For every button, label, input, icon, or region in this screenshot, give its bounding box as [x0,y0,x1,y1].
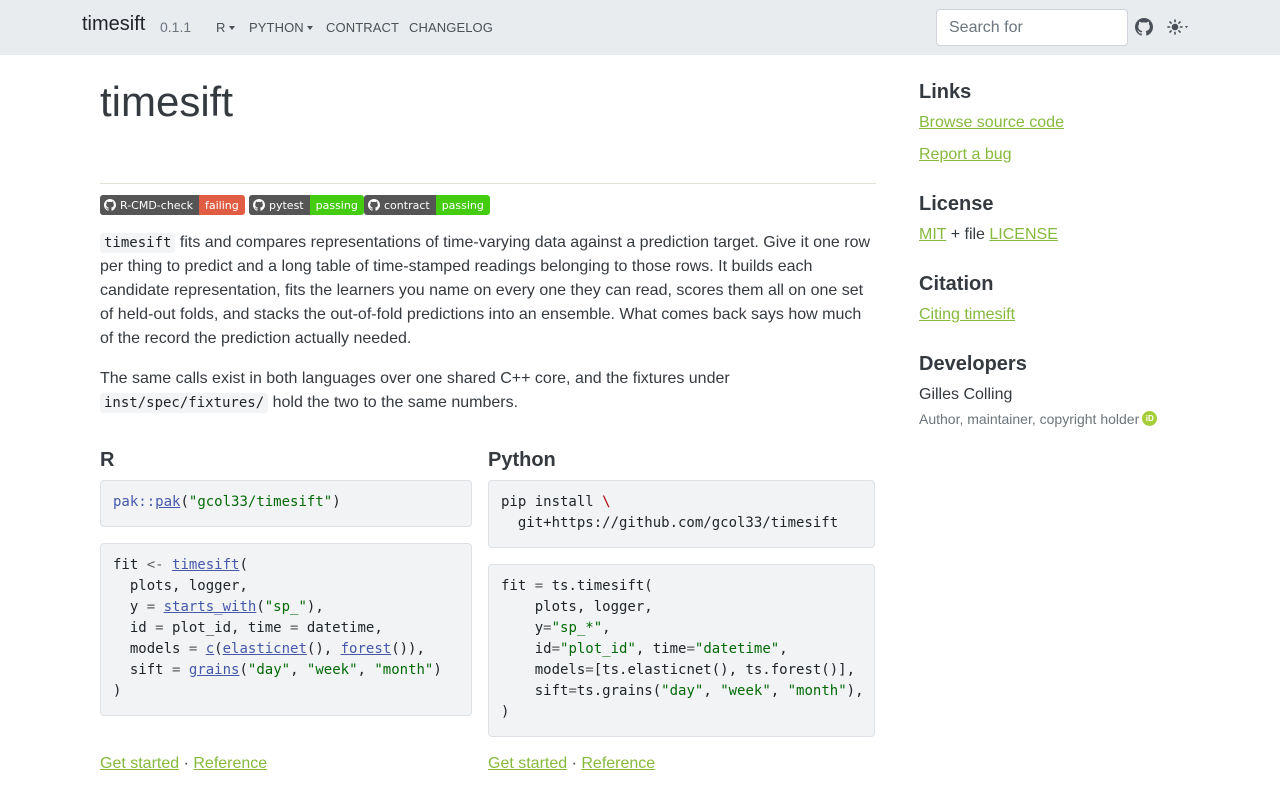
badge-status: passing [435,195,490,215]
badge-r-cmd-check[interactable]: R-CMD-check failing [100,195,245,215]
core-paragraph: The same calls exist in both languages o… [100,367,876,415]
license-heading: License [919,193,994,215]
package-name-code: timesift [100,233,176,253]
core-text-b: hold the two to the same numbers. [268,394,519,411]
link-separator: · [567,755,582,772]
r-install-code[interactable]: pak::pak("gcol33/timesift") [100,480,472,527]
link-separator: · [179,755,194,772]
github-icon [253,199,265,211]
citing-link[interactable]: Citing timesift [919,306,1015,324]
browse-source-link[interactable]: Browse source code [919,114,1064,132]
badge-pytest[interactable]: pytest passing [249,195,364,215]
links-heading: Links [919,81,972,103]
r-heading: R [100,449,115,471]
r-example-code[interactable]: fit <- timesift( plots, logger, y = star… [100,543,472,716]
license-mid-text: + file [946,226,990,243]
developer-role-line: Author, maintainer, copyright holder iD [919,411,1158,427]
page-title: timesift [100,78,234,125]
developer-role: Author, maintainer, copyright holder [919,411,1140,427]
license-line: MIT + file LICENSE [919,226,1058,244]
intro-text: fits and compares representations of tim… [100,234,871,347]
license-mit-link[interactable]: MIT [919,226,946,243]
chevron-down-icon [306,25,313,30]
nav-r-menu[interactable]: R [216,20,235,35]
developers-heading: Developers [919,353,1027,375]
report-bug-link[interactable]: Report a bug [919,146,1012,164]
orcid-icon[interactable]: iD [1142,411,1158,427]
brand-link[interactable]: timesift [82,13,145,36]
python-heading: Python [488,449,556,471]
r-reference-link[interactable]: Reference [193,755,267,772]
divider [100,183,876,184]
chevron-down-icon [228,25,235,30]
core-text-a: The same calls exist in both languages o… [100,370,730,387]
badge-status: failing [198,195,245,215]
intro-paragraph: timesift fits and compares representatio… [100,231,876,351]
license-file-link[interactable]: LICENSE [989,226,1057,243]
r-bottom-links: Get started · Reference [100,755,267,773]
fixtures-path-code: inst/spec/fixtures/ [100,393,269,413]
python-install-code[interactable]: pip install \ git+https://github.com/gco… [488,480,875,548]
python-get-started-link[interactable]: Get started [488,755,567,772]
citation-heading: Citation [919,273,994,295]
nav-r-label: R [216,20,226,35]
nav-changelog-link[interactable]: CHANGELOG [409,20,493,35]
python-reference-link[interactable]: Reference [581,755,655,772]
search-input[interactable] [936,9,1128,46]
badge-label: R-CMD-check [120,198,193,212]
badge-label: contract [384,198,430,212]
badge-contract[interactable]: contract passing [364,195,490,215]
github-icon [368,199,380,211]
badge-status: passing [309,195,364,215]
nav-python-menu[interactable]: PYTHON [249,20,313,35]
github-icon [104,199,116,211]
navbar: timesift 0.1.1 R PYTHON CONTRACT CHANGEL… [0,0,1280,55]
badge-label: pytest [269,198,304,212]
python-bottom-links: Get started · Reference [488,755,655,773]
theme-toggle-icon[interactable] [1166,18,1192,36]
version-label: 0.1.1 [160,19,192,35]
github-icon[interactable] [1135,18,1153,36]
r-get-started-link[interactable]: Get started [100,755,179,772]
python-example-code[interactable]: fit = ts.timesift( plots, logger, y="sp_… [488,564,875,737]
nav-python-label: PYTHON [249,20,304,35]
nav-contract-link[interactable]: CONTRACT [326,20,399,35]
developer-name: Gilles Colling [919,386,1013,403]
